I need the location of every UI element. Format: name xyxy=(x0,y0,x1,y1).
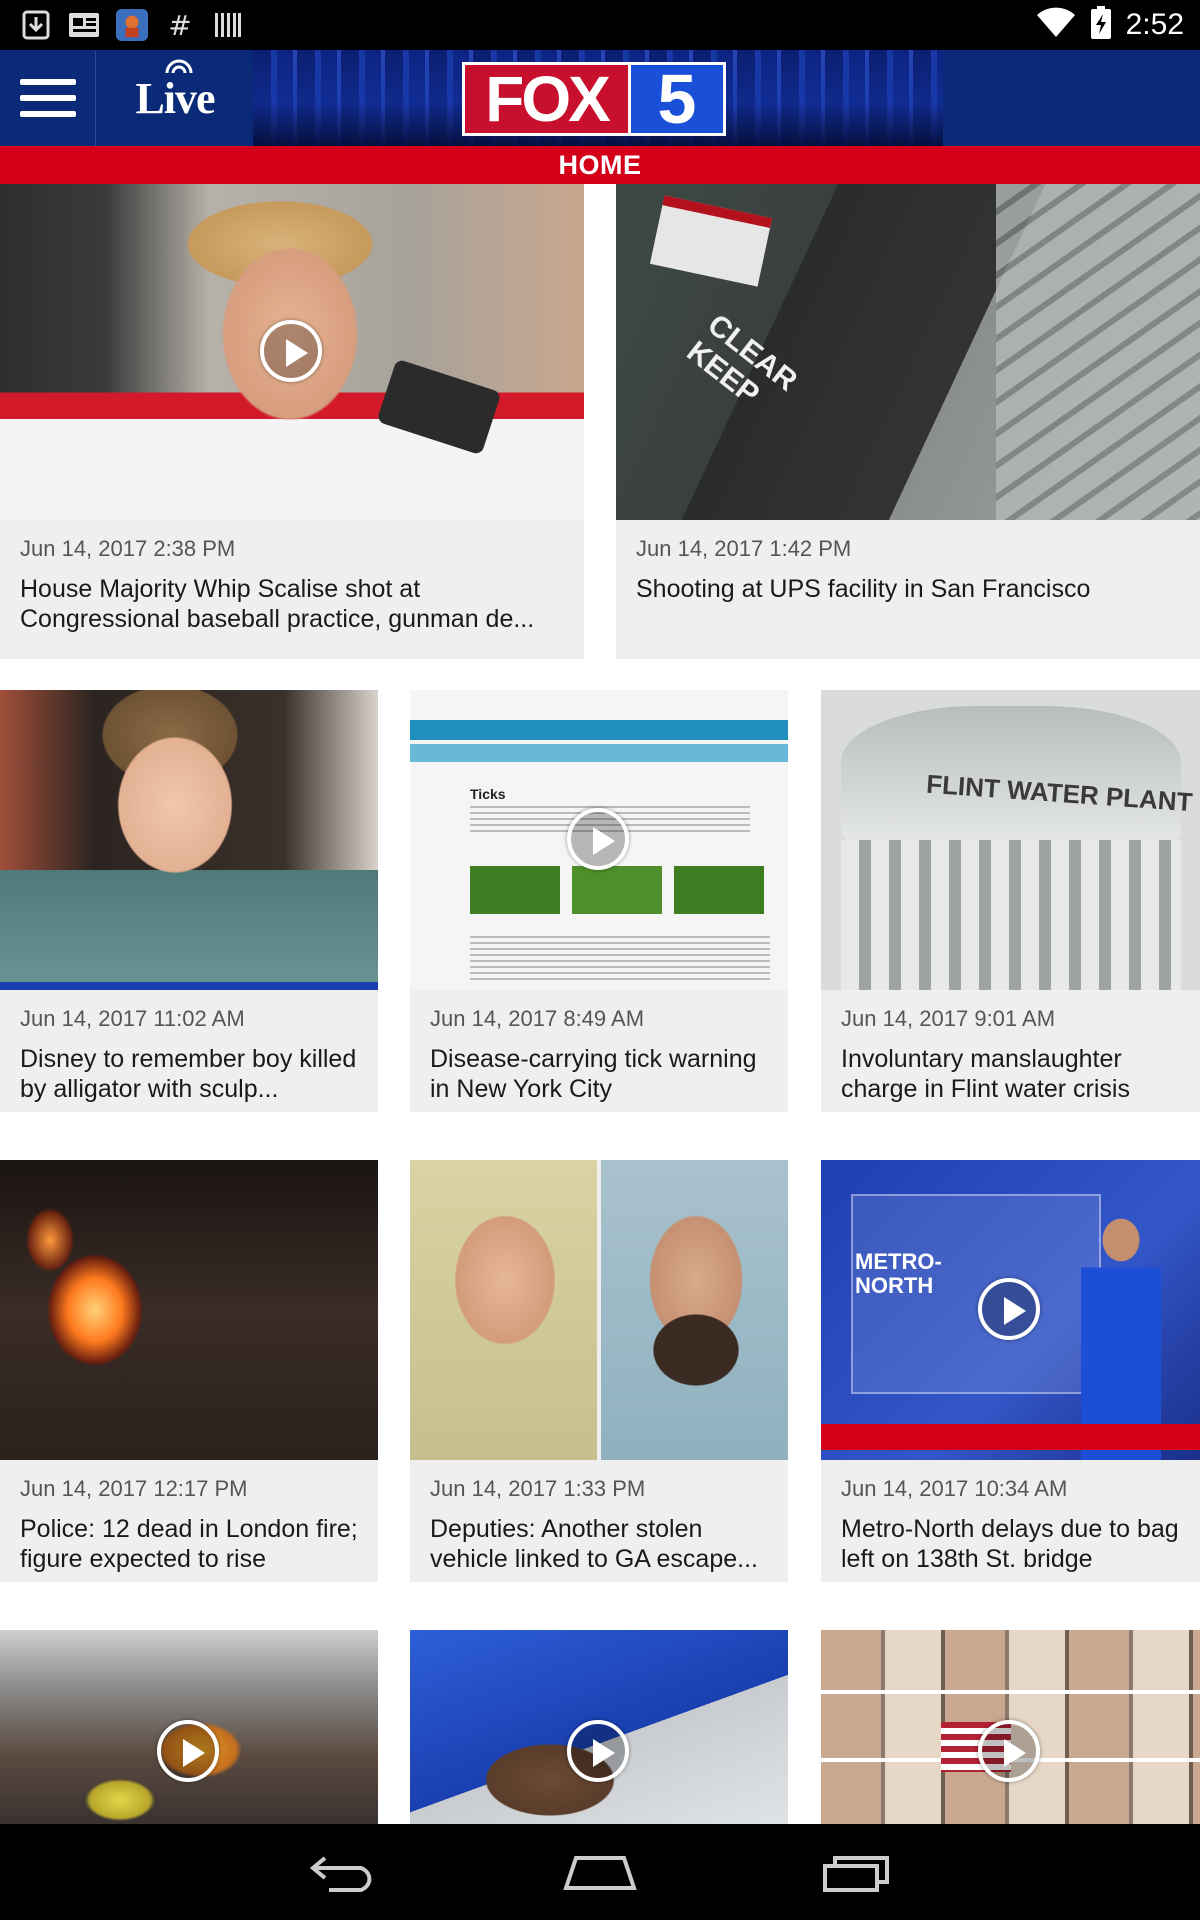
status-right: 2:52 xyxy=(1036,5,1184,45)
clock: 2:52 xyxy=(1125,8,1184,41)
back-icon[interactable] xyxy=(294,1844,394,1900)
play-icon[interactable] xyxy=(978,1720,1040,1782)
article-image xyxy=(0,184,584,520)
news-card[interactable]: FLINT WATER PLANT Jun 14, 2017 9:01 AM I… xyxy=(821,690,1200,1112)
status-bar: # 2:52 xyxy=(0,0,1200,50)
article-title[interactable]: Deputies: Another stolen vehicle linked … xyxy=(430,1514,770,1574)
news-card[interactable]: Jun 14, 2017 1:33 PM Deputies: Another s… xyxy=(410,1160,788,1582)
logo-fox-text: FOX xyxy=(462,62,628,136)
news-card[interactable]: CLEAR KEEP Jun 14, 2017 1:42 PM Shooting… xyxy=(616,184,1200,659)
live-button[interactable]: Live xyxy=(97,50,253,146)
article-image: METRO-NORTH xyxy=(821,1160,1200,1460)
article-image xyxy=(410,1160,788,1460)
news-card[interactable] xyxy=(821,1630,1200,1824)
article-date: Jun 14, 2017 1:42 PM xyxy=(636,536,852,561)
news-card[interactable] xyxy=(0,1630,378,1824)
article-image xyxy=(0,690,378,990)
play-icon[interactable] xyxy=(567,1720,629,1782)
news-card[interactable]: Jun 14, 2017 2:38 PM House Majority Whip… xyxy=(0,184,584,659)
article-title[interactable]: Metro-North delays due to bag left on 13… xyxy=(841,1514,1182,1574)
article-image: Ticks xyxy=(410,690,788,990)
news-icon xyxy=(68,9,100,41)
article-date: Jun 14, 2017 2:38 PM xyxy=(20,536,236,561)
barcode-icon xyxy=(212,9,244,41)
image-text: METRO-NORTH xyxy=(855,1249,942,1298)
article-title[interactable]: Disney to remember boy killed by alligat… xyxy=(20,1044,360,1104)
app-icon xyxy=(116,9,148,41)
notification-icons: # xyxy=(20,8,244,42)
battery-charging-icon xyxy=(1090,5,1112,45)
live-label: Live xyxy=(135,73,215,123)
play-icon[interactable] xyxy=(567,808,629,870)
article-title[interactable]: Shooting at UPS facility in San Francisc… xyxy=(636,574,1182,604)
article-date: Jun 14, 2017 10:34 AM xyxy=(841,1476,1068,1501)
news-card[interactable] xyxy=(410,1630,788,1824)
image-text: Ticks xyxy=(470,786,506,802)
article-date: Jun 14, 2017 11:02 AM xyxy=(20,1006,245,1031)
news-feed[interactable]: Jun 14, 2017 2:38 PM House Majority Whip… xyxy=(0,184,1200,1824)
fox5-logo: FOX 5 xyxy=(462,60,726,138)
article-image: FLINT WATER PLANT xyxy=(821,690,1200,990)
recents-icon[interactable] xyxy=(806,1844,906,1900)
article-title[interactable]: Police: 12 dead in London fire; figure e… xyxy=(20,1514,360,1574)
news-card[interactable]: Ticks Jun 14, 2017 8:49 AM Disease-carry… xyxy=(410,690,788,1112)
section-title: HOME xyxy=(0,146,1200,184)
play-icon[interactable] xyxy=(978,1278,1040,1340)
article-title[interactable]: House Majority Whip Scalise shot at Cong… xyxy=(20,574,566,634)
article-date: Jun 14, 2017 1:33 PM xyxy=(430,1476,646,1501)
home-icon[interactable] xyxy=(550,1844,650,1900)
news-card[interactable]: Jun 14, 2017 11:02 AM Disney to remember… xyxy=(0,690,378,1112)
wifi-icon xyxy=(1036,7,1076,44)
live-signal-icon xyxy=(165,59,193,73)
article-image xyxy=(410,1630,788,1824)
play-icon[interactable] xyxy=(157,1720,219,1782)
article-image: CLEAR KEEP xyxy=(616,184,1200,520)
article-date: Jun 14, 2017 8:49 AM xyxy=(430,1006,645,1031)
article-date: Jun 14, 2017 9:01 AM xyxy=(841,1006,1056,1031)
article-title[interactable]: Disease-carrying tick warning in New Yor… xyxy=(430,1044,770,1104)
hamburger-menu-icon[interactable] xyxy=(0,50,96,146)
download-icon xyxy=(20,9,52,41)
article-image xyxy=(0,1160,378,1460)
article-image xyxy=(0,1630,378,1824)
article-image xyxy=(821,1630,1200,1824)
article-title[interactable]: Involuntary manslaughter charge in Flint… xyxy=(841,1044,1182,1104)
news-card[interactable]: METRO-NORTH Jun 14, 2017 10:34 AM Metro-… xyxy=(821,1160,1200,1582)
news-card[interactable]: Jun 14, 2017 12:17 PM Police: 12 dead in… xyxy=(0,1160,378,1582)
hashtag-icon: # xyxy=(168,8,192,42)
system-nav-bar xyxy=(0,1824,1200,1920)
play-icon[interactable] xyxy=(260,320,322,382)
logo-five-text: 5 xyxy=(628,60,726,138)
article-date: Jun 14, 2017 12:17 PM xyxy=(20,1476,248,1501)
